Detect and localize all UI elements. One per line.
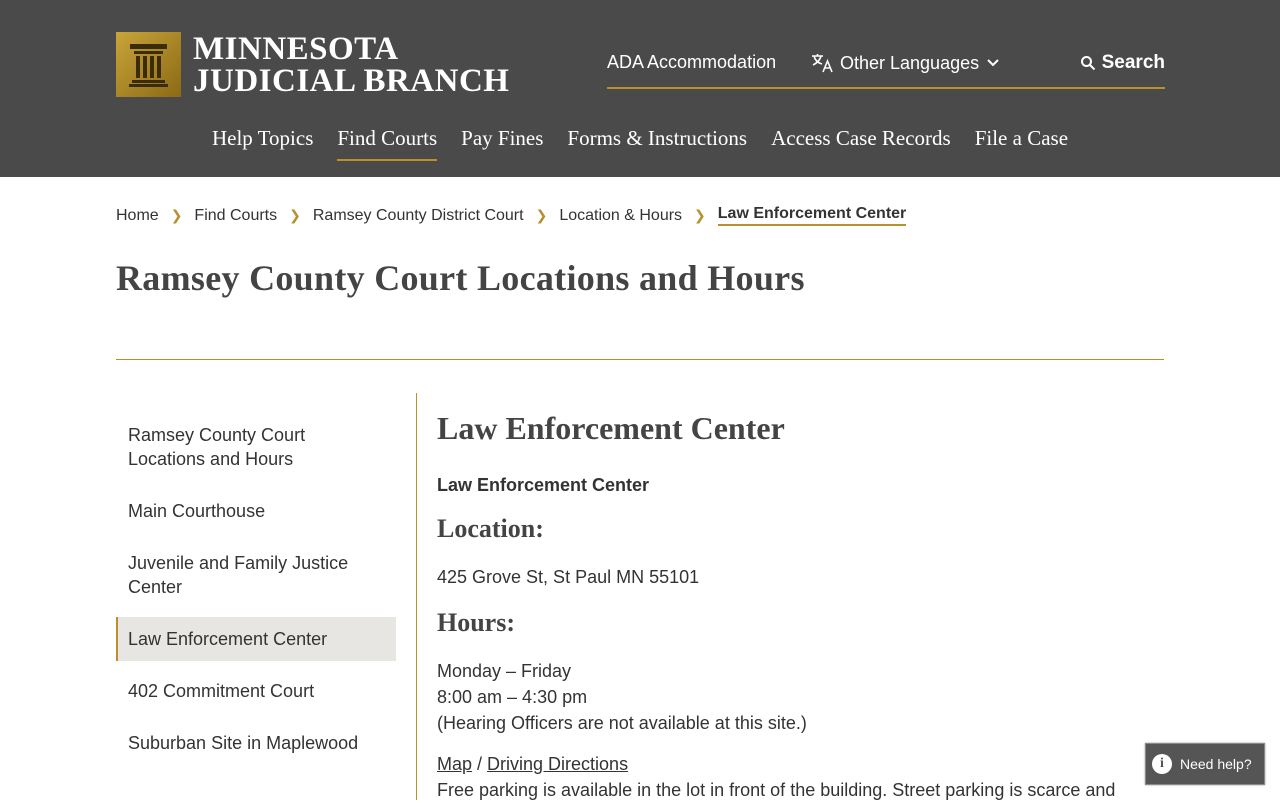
- map-links: Map / Driving Directions: [437, 754, 629, 774]
- nav-help-topics[interactable]: Help Topics: [212, 126, 313, 161]
- chevron-down-icon: [987, 59, 999, 67]
- nav-pay-fines[interactable]: Pay Fines: [461, 126, 543, 161]
- breadcrumb-home[interactable]: Home: [116, 207, 159, 225]
- breadcrumb-find-courts[interactable]: Find Courts: [194, 207, 277, 225]
- content-subheading: Law Enforcement Center: [437, 475, 650, 495]
- need-help-label: Need help?: [1180, 756, 1252, 772]
- search-label: Search: [1101, 52, 1165, 73]
- page-title: Ramsey County Court Locations and Hours: [116, 258, 805, 298]
- parking-text: Free parking is available in the lot in …: [437, 780, 1116, 800]
- search-button[interactable]: Search: [1080, 52, 1165, 74]
- nav-access-case-records[interactable]: Access Case Records: [771, 126, 951, 161]
- main-content: Law Enforcement Center Law Enforcement C…: [437, 410, 1167, 803]
- breadcrumb-ramsey-county[interactable]: Ramsey County District Court: [313, 207, 524, 225]
- hours-time: 8:00 am – 4:30 pm: [437, 687, 588, 707]
- hours-days: Monday – Friday: [437, 661, 572, 681]
- driving-directions-link[interactable]: Driving Directions: [487, 754, 628, 774]
- breadcrumb-current: Law Enforcement Center: [717, 205, 907, 226]
- translate-icon: [812, 54, 833, 73]
- content-heading: Law Enforcement Center: [437, 410, 785, 446]
- other-languages-dropdown[interactable]: Other Languages: [810, 52, 1001, 74]
- logo-line-1: MINNESOTA: [193, 30, 399, 67]
- address-text: 425 Grove St, St Paul MN 55101: [437, 567, 700, 587]
- nav-file-a-case[interactable]: File a Case: [975, 126, 1068, 161]
- location-heading: Location:: [437, 514, 544, 543]
- nav-find-courts[interactable]: Find Courts: [337, 126, 438, 161]
- divider: [116, 359, 1164, 360]
- courthouse-pillar-icon: [116, 32, 181, 97]
- side-nav: Ramsey County Court Locations and Hours …: [116, 413, 396, 773]
- sidenav-item-main-courthouse[interactable]: Main Courthouse: [116, 489, 396, 533]
- ada-accommodation-link[interactable]: ADA Accommodation: [607, 52, 776, 73]
- chevron-right-icon: ❯: [694, 207, 706, 223]
- hours-block: Monday – Friday 8:00 am – 4:30 pm (Heari…: [437, 658, 1167, 736]
- breadcrumb: Home ❯ Find Courts ❯ Ramsey County Distr…: [116, 205, 907, 226]
- sidenav-item-402-commitment[interactable]: 402 Commitment Court: [116, 669, 396, 713]
- breadcrumb-location-hours[interactable]: Location & Hours: [559, 207, 682, 225]
- sidenav-divider: [416, 393, 417, 800]
- sidenav-item-locations-hours[interactable]: Ramsey County Court Locations and Hours: [116, 413, 396, 481]
- sidenav-item-law-enforcement[interactable]: Law Enforcement Center: [116, 617, 396, 661]
- info-icon: i: [1152, 754, 1172, 774]
- languages-label: Other Languages: [840, 52, 980, 73]
- map-link[interactable]: Map: [437, 754, 472, 774]
- chevron-right-icon: ❯: [289, 207, 301, 223]
- hours-note: (Hearing Officers are not available at t…: [437, 713, 807, 733]
- site-header: MINNESOTA JUDICIAL BRANCH ADA Accommodat…: [0, 0, 1280, 177]
- ada-label: ADA Accommodation: [607, 52, 777, 72]
- logo-text: MINNESOTA JUDICIAL BRANCH: [193, 30, 510, 99]
- sidenav-item-suburban-maplewood[interactable]: Suburban Site in Maplewood: [116, 721, 396, 765]
- logo-line-2: JUDICIAL BRANCH: [193, 62, 510, 99]
- chevron-right-icon: ❯: [170, 207, 183, 223]
- utility-bar: ADA Accommodation Other Languages Search: [607, 50, 1165, 89]
- main-nav: Help Topics Find Courts Pay Fines Forms …: [0, 126, 1280, 161]
- site-logo[interactable]: MINNESOTA JUDICIAL BRANCH: [116, 32, 509, 97]
- hours-heading: Hours:: [437, 608, 515, 637]
- need-help-button[interactable]: i Need help?: [1145, 743, 1265, 785]
- nav-forms-instructions[interactable]: Forms & Instructions: [567, 126, 747, 161]
- chevron-right-icon: ❯: [535, 207, 548, 223]
- search-icon: [1080, 56, 1095, 71]
- sidenav-item-juvenile-family[interactable]: Juvenile and Family Justice Center: [116, 541, 396, 609]
